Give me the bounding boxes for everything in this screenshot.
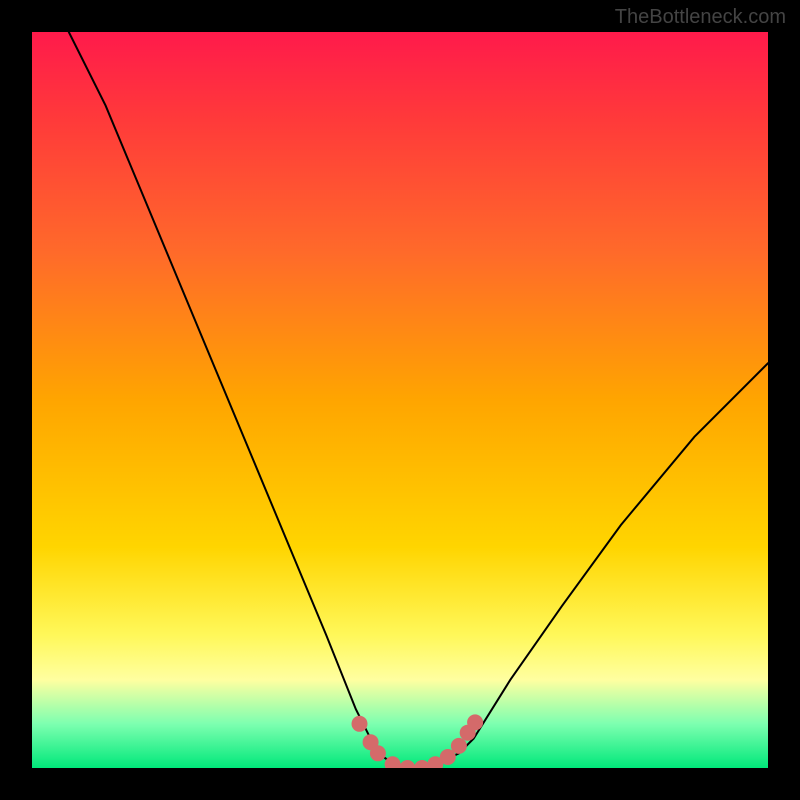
highlight-dots [352,714,484,768]
chart-svg [32,32,768,768]
highlight-dot [370,745,386,761]
plot-area [32,32,768,768]
watermark-text: TheBottleneck.com [615,6,786,29]
highlight-dot [352,716,368,732]
frame: TheBottleneck.com [0,0,800,800]
highlight-dot [385,756,401,768]
highlight-dot [399,760,415,768]
highlight-dot [467,714,483,730]
highlight-dot [451,738,467,754]
bottleneck-curve [69,32,768,768]
